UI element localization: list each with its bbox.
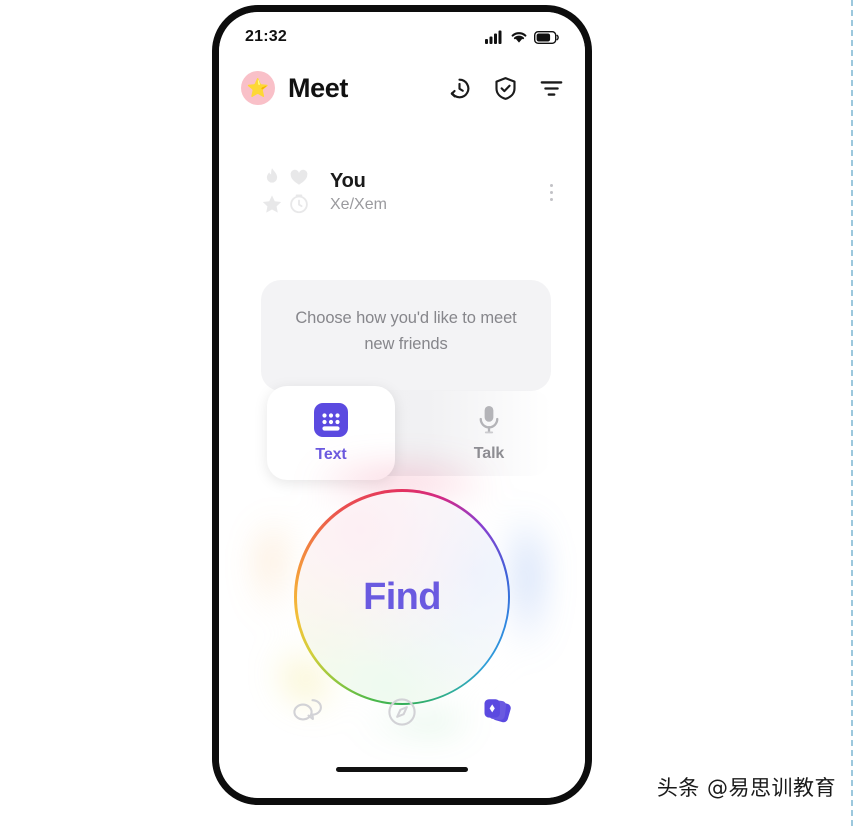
home-indicator [336, 767, 468, 772]
profile-badges [261, 166, 314, 219]
nav-item-meet[interactable] [469, 688, 525, 736]
chat-bubbles-icon [293, 699, 322, 721]
shield-check-icon[interactable] [492, 75, 519, 102]
dot [550, 197, 553, 201]
profile-pronouns: Xe/Xem [330, 196, 387, 213]
phone-frame: 21:32 ⭐ Meet You Xe/Xem Choose how you'd… [212, 5, 592, 805]
page-title: Meet [288, 72, 348, 103]
nav-item-chats[interactable] [279, 688, 335, 736]
cards-add-icon [484, 699, 512, 723]
prompt-card: Choose how you'd like to meet new friend… [261, 280, 551, 392]
nav-item-explore[interactable] [374, 688, 430, 736]
keyboard-icon [314, 403, 348, 437]
star-icon [262, 194, 282, 213]
mode-label-text: Text [315, 446, 347, 463]
compass-explore-icon [388, 698, 416, 726]
clock-icon [290, 193, 308, 213]
dot [550, 190, 553, 194]
app-header: ⭐ Meet [219, 60, 585, 116]
wifi-icon [511, 32, 527, 43]
more-options-icon[interactable] [542, 178, 561, 207]
find-button-label: Find [363, 575, 441, 618]
filter-icon[interactable] [538, 75, 565, 102]
status-bar: 21:32 [219, 24, 585, 50]
mode-option-talk[interactable]: Talk [429, 390, 549, 476]
find-button-inner: Find [296, 491, 508, 703]
history-icon[interactable] [446, 75, 473, 102]
phone-screen: 21:32 ⭐ Meet You Xe/Xem Choose how you'd… [219, 12, 585, 798]
profile-row[interactable]: You Xe/Xem [219, 152, 585, 232]
right-dashed-guide [851, 0, 853, 826]
profile-name: You [330, 170, 366, 192]
avatar[interactable]: ⭐ [241, 71, 275, 105]
star-avatar-icon: ⭐ [246, 77, 270, 98]
heart-icon [290, 169, 308, 185]
flame-icon [266, 167, 278, 183]
status-indicators [485, 30, 559, 44]
dot [550, 183, 553, 187]
mode-label-talk: Talk [473, 444, 505, 462]
bottom-nav [219, 682, 585, 742]
status-time: 21:32 [245, 28, 287, 45]
find-button-area: Find [219, 459, 585, 735]
profile-text: You Xe/Xem [330, 170, 387, 214]
prompt-text: Choose how you'd like to meet new friend… [295, 309, 517, 353]
signal-bars-icon [485, 30, 502, 44]
watermark: 头条 @易思训教育 [656, 776, 836, 800]
header-actions [446, 75, 565, 102]
battery-icon [534, 30, 559, 44]
microphone-icon [479, 405, 499, 433]
find-button[interactable]: Find [294, 489, 510, 705]
